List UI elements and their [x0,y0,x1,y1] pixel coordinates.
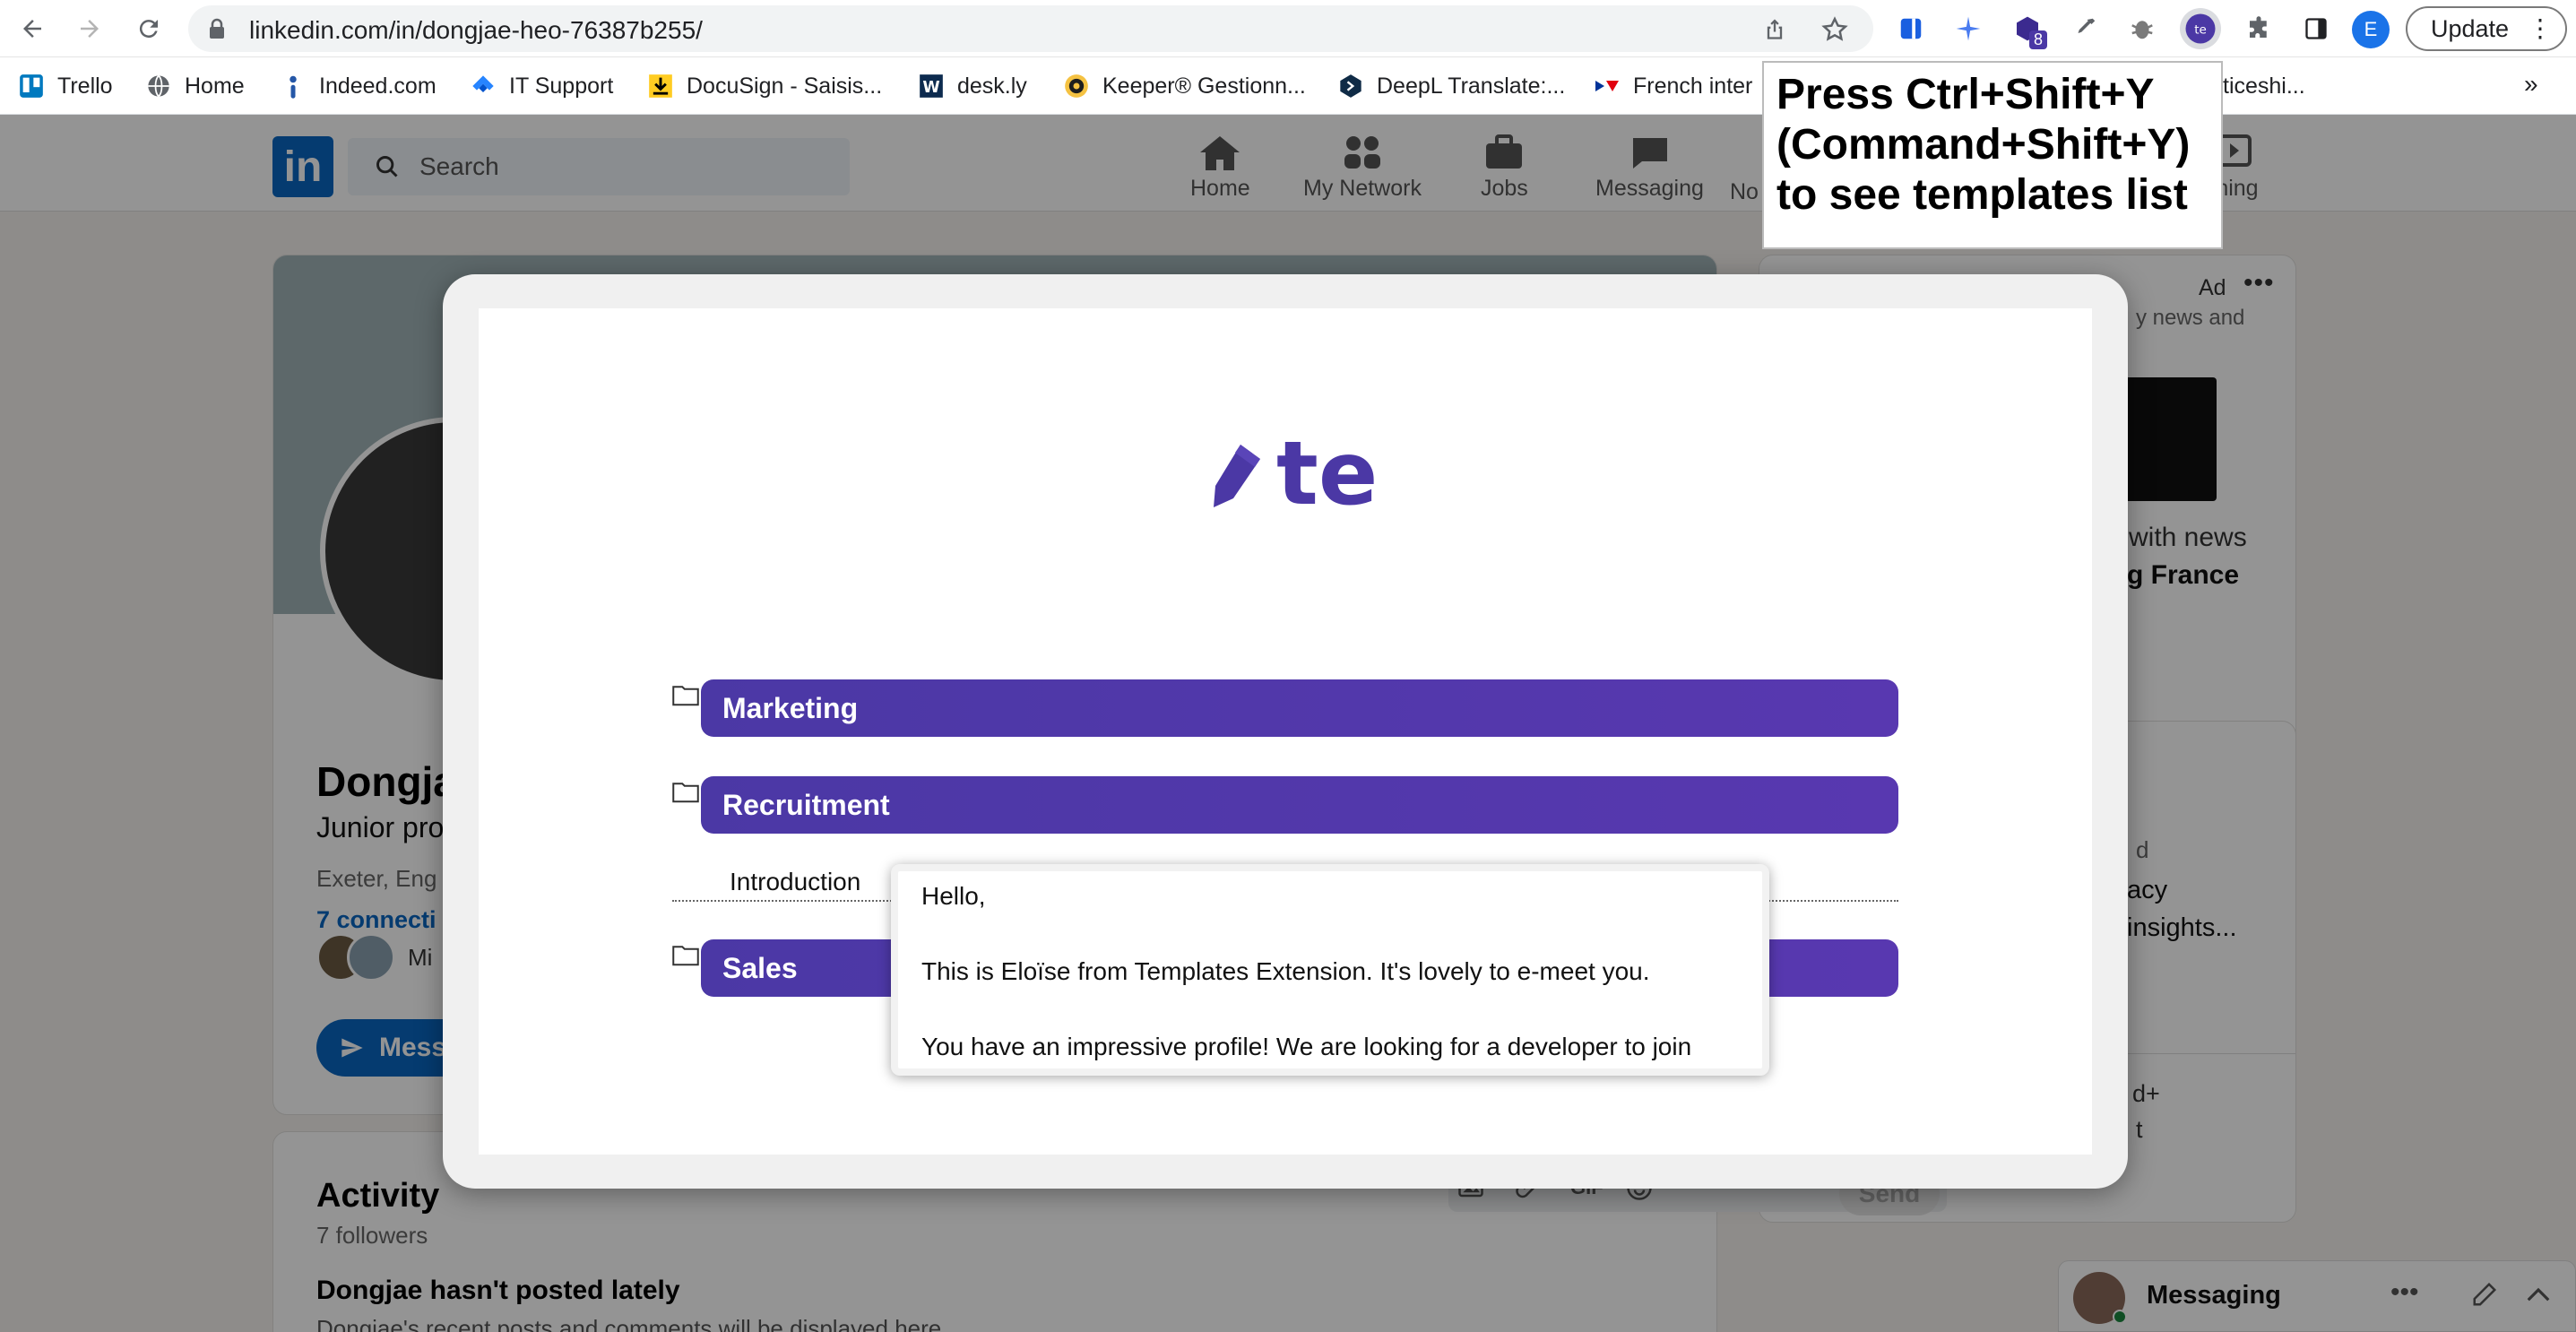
category-marketing[interactable]: Marketing [701,679,1898,737]
update-button[interactable]: Update ⋮ [2406,6,2567,51]
trello-icon [18,73,45,99]
lock-icon [208,18,226,44]
extension-badge: 8 [2029,30,2048,49]
extension-blue-panel-icon[interactable] [1893,11,1929,47]
bookmark-deepl[interactable]: DeepL Translate:... [1337,70,1565,102]
bookmark-truncated[interactable]: ticeshi... [2223,70,2305,102]
bookmark-label: ticeshi... [2223,73,2305,99]
deskly-icon: W [918,73,945,99]
forward-button[interactable] [72,11,108,47]
folder-icon [672,943,699,971]
preview-line: Hello, [921,882,986,910]
extension-cube-icon[interactable]: 8 [2010,11,2048,49]
shortcut-line: to see templates list [1776,171,2188,219]
side-panel-icon[interactable] [2298,11,2334,47]
bookmark-label: DeepL Translate:... [1377,73,1566,99]
folder-icon [672,780,699,808]
bookmark-star-icon[interactable] [1821,16,1848,48]
pencil-icon [1214,445,1260,507]
kebab-menu-icon: ⋮ [2528,14,2553,42]
bookmark-deskly[interactable]: W desk.ly [918,70,1027,102]
shortcut-line: Press Ctrl+Shift+Y [1776,71,2155,118]
bookmark-label: IT Support [509,73,614,99]
jira-icon [470,73,497,99]
category-recruitment[interactable]: Recruitment [701,776,1898,834]
bookmark-label: Trello [57,73,113,99]
bookmarks-overflow-button[interactable]: » [2524,70,2538,99]
shortcut-tooltip: Press Ctrl+Shift+Y (Command+Shift+Y) to … [1762,61,2223,249]
template-preview-tooltip: Hello, This is Eloïse from Templates Ext… [891,864,1769,1076]
bookmark-it-support[interactable]: IT Support [470,70,613,102]
bookmark-label: Indeed.com [319,73,437,99]
bookmark-label: DocuSign - Saisis... [687,73,883,99]
templates-extension-icon[interactable]: te [2180,8,2221,49]
share-icon[interactable] [1762,16,1787,46]
address-bar[interactable]: linkedin.com/in/dongjae-heo-76387b255/ [188,5,1873,52]
deepl-icon [1337,73,1364,99]
bookmark-home[interactable]: Home [145,70,245,102]
french-flag-icon [1594,73,1621,99]
preview-line: You have an impressive profile! We are l… [921,1033,1692,1060]
folder-icon [672,683,699,711]
update-label: Update [2431,15,2510,42]
keeper-icon [1063,73,1090,99]
templates-extension-logo: te [1205,423,1378,529]
bookmark-keeper[interactable]: Keeper® Gestionn... [1063,70,1306,102]
indeed-icon [280,73,307,99]
preview-line: This is Eloïse from Templates Extension.… [921,957,1650,985]
bookmark-docusign[interactable]: DocuSign - Saisis... [647,70,882,102]
profile-avatar[interactable]: E [2352,11,2390,48]
extension-sparkle-icon[interactable] [1950,11,1986,47]
svg-text:W: W [922,79,939,97]
bookmark-label: Keeper® Gestionn... [1102,73,1306,99]
bookmark-label: French inter [1633,73,1753,99]
browser-toolbar: linkedin.com/in/dongjae-heo-76387b255/ 8… [0,0,2576,57]
globe-icon [145,73,172,99]
svg-text:te: te [2194,22,2207,37]
shortcut-line: (Command+Shift+Y) [1776,121,2191,169]
arrow-left-icon [23,20,41,38]
reload-button[interactable] [131,11,167,47]
docusign-icon [647,73,674,99]
eyedropper-icon[interactable] [2067,11,2103,47]
arrow-right-icon [81,20,99,38]
bookmark-label: Home [185,73,245,99]
bookmark-indeed[interactable]: Indeed.com [280,70,437,102]
puzzle-icon[interactable] [2241,11,2277,47]
bug-icon[interactable] [2124,11,2160,47]
bookmark-label: desk.ly [957,73,1027,99]
template-introduction[interactable]: Introduction [730,868,860,896]
back-button[interactable] [14,11,50,47]
logo-text: te [1276,423,1379,525]
reload-icon [139,20,158,39]
bookmark-trello[interactable]: Trello [18,70,113,102]
bookmark-french-inter[interactable]: French inter [1594,70,1752,102]
url-text: linkedin.com/in/dongjae-heo-76387b255/ [249,16,703,44]
